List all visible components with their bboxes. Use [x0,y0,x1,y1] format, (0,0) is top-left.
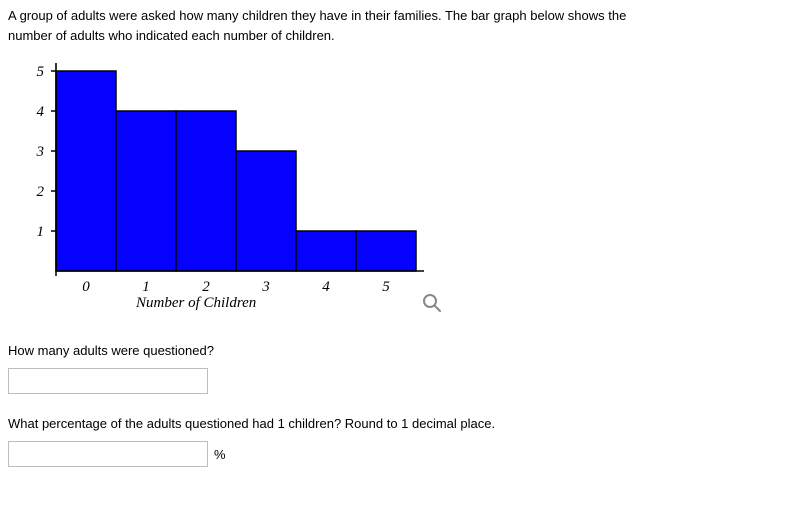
xtick-label: 2 [202,279,210,295]
xtick-label: 5 [382,279,390,295]
bar-chart: 1 2 3 4 5 0 1 2 3 4 5 Number of Children [16,51,456,321]
answer-2-input[interactable] [8,441,208,467]
intro-line-1: A group of adults were asked how many ch… [8,8,626,23]
bars-group [56,71,416,271]
bar-4 [296,231,356,271]
chart-svg: 1 2 3 4 5 0 1 2 3 4 5 [16,51,456,321]
x-ticks: 0 1 2 3 4 5 [56,271,390,295]
ytick-label: 2 [37,184,45,200]
bar-3 [236,151,296,271]
x-axis-label: Number of Children [136,295,256,312]
answer-1-input[interactable] [8,368,208,394]
magnify-icon[interactable] [422,293,442,313]
xtick-label: 3 [261,279,270,295]
y-ticks: 1 2 3 4 5 [36,64,57,240]
xtick-label: 1 [142,279,150,295]
xtick-label: 0 [82,279,90,295]
intro-line-2: number of adults who indicated each numb… [8,28,335,43]
bar-1 [116,111,176,271]
percent-label: % [214,447,226,462]
intro-text: A group of adults were asked how many ch… [8,6,777,45]
bar-2 [176,111,236,271]
question-2: What percentage of the adults questioned… [8,416,777,431]
ytick-label: 5 [37,64,45,80]
ytick-label: 4 [37,104,45,120]
question-1: How many adults were questioned? [8,343,777,358]
ytick-label: 3 [36,144,45,160]
ytick-label: 1 [37,224,45,240]
xtick-label: 4 [322,279,330,295]
bar-0 [56,71,116,271]
bar-5 [356,231,416,271]
